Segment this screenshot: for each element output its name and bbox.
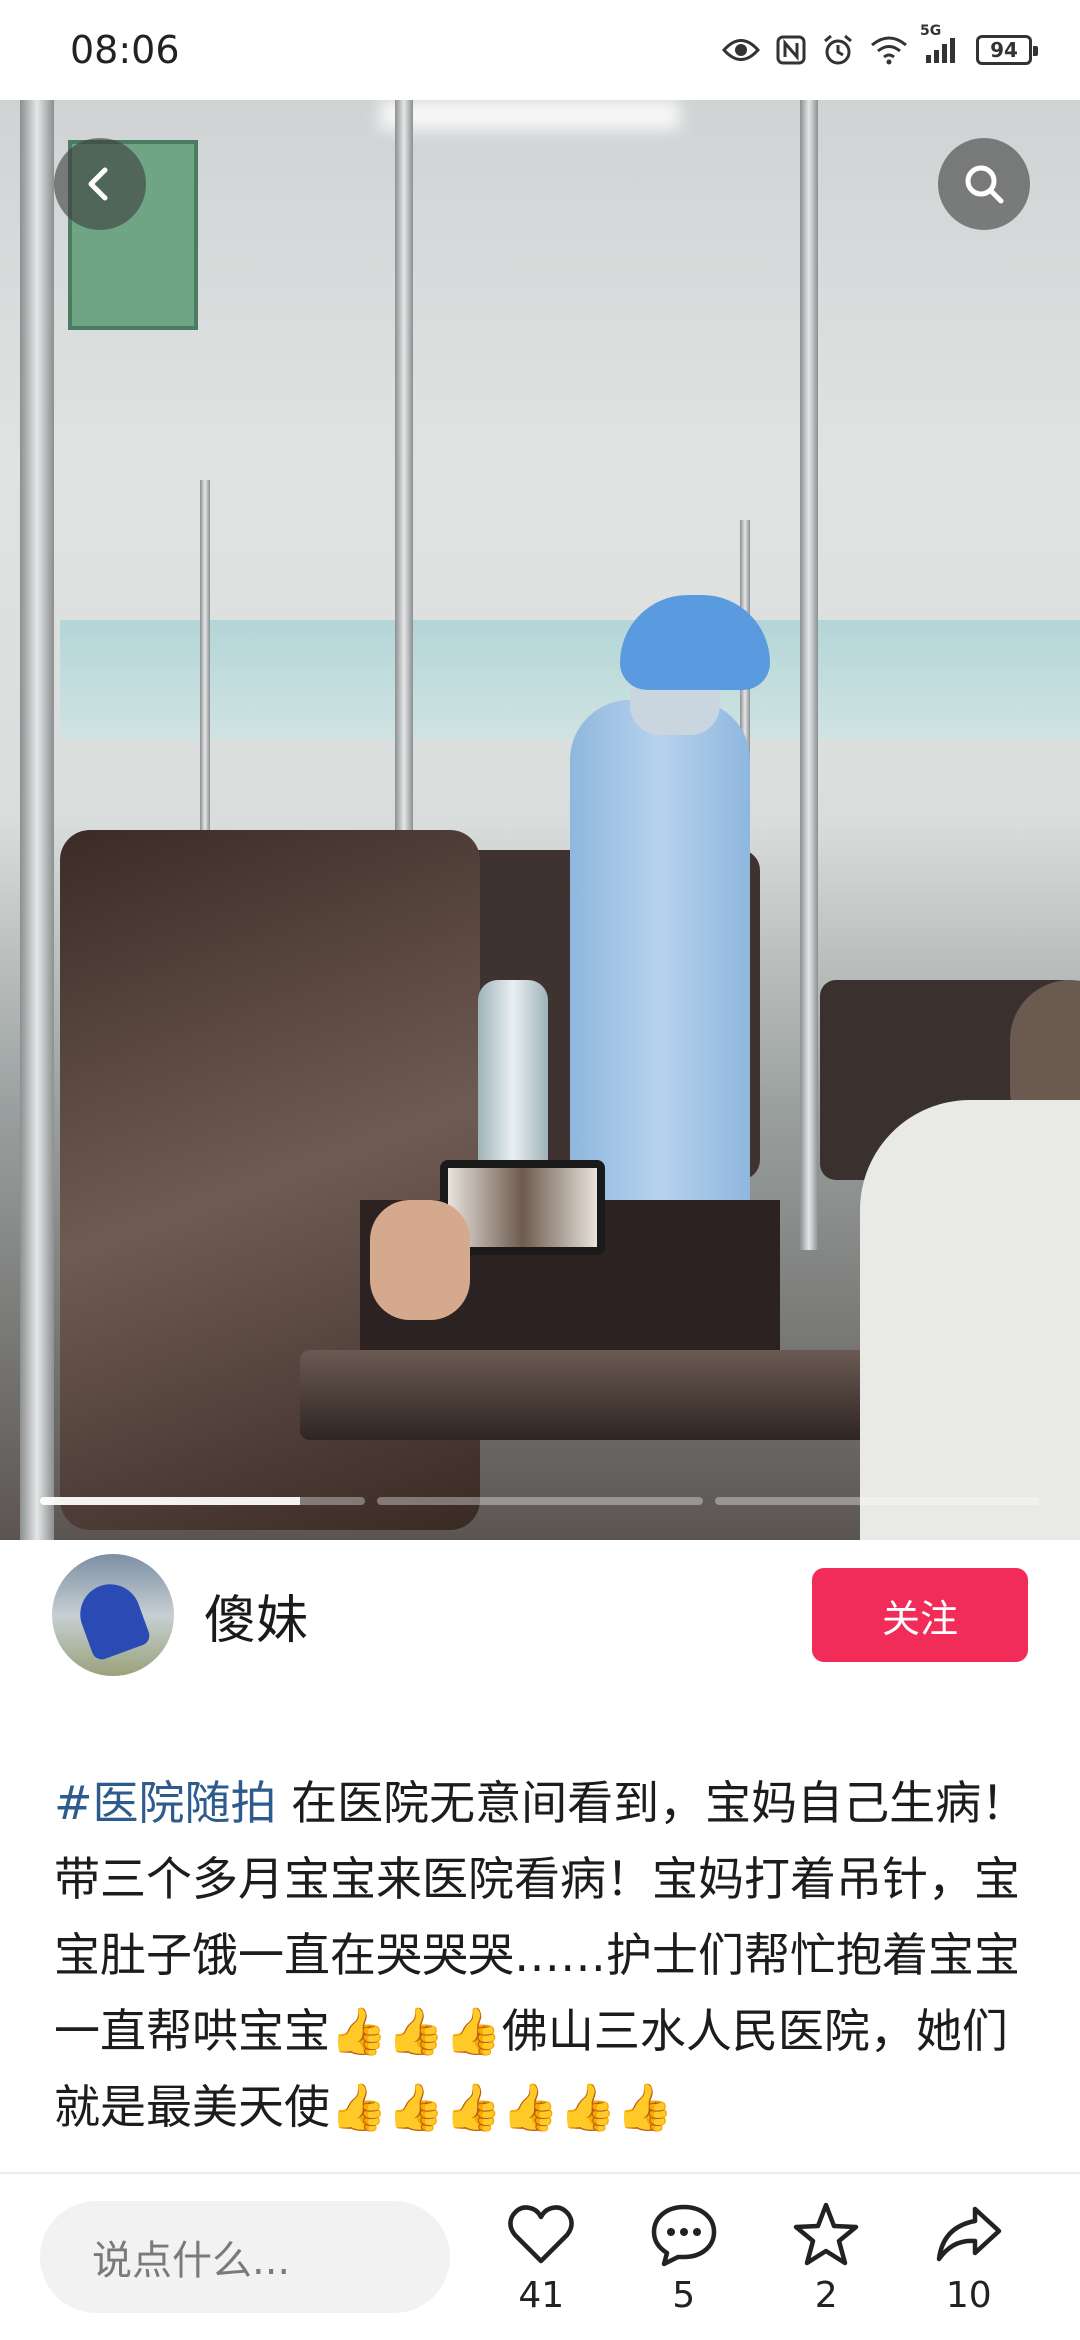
post-photo[interactable] — [0, 100, 1080, 1540]
follow-button[interactable]: 关注 — [812, 1568, 1028, 1662]
photo-pole — [800, 100, 818, 1250]
comment-input[interactable]: 说点什么... — [40, 2201, 450, 2313]
battery-level: 94 — [990, 38, 1018, 62]
action-buttons: 41 5 2 10 — [470, 2199, 1040, 2316]
photo-progress — [40, 1497, 1040, 1509]
status-time: 08:06 — [70, 28, 180, 72]
photo-hand — [370, 1200, 470, 1320]
back-button[interactable] — [54, 138, 146, 230]
comment-count: 5 — [672, 2274, 696, 2316]
favorite-button[interactable]: 2 — [766, 2199, 886, 2316]
search-button[interactable] — [938, 138, 1030, 230]
photo-wall-band — [60, 620, 1080, 740]
avatar[interactable] — [52, 1554, 174, 1676]
eye-icon — [722, 37, 760, 63]
progress-segment — [40, 1497, 366, 1505]
status-bar: 08:06 5G 94 — [0, 0, 1080, 100]
share-button[interactable]: 10 — [909, 2199, 1029, 2316]
like-button[interactable]: 41 — [481, 2199, 601, 2316]
network-label: 5G — [920, 23, 942, 39]
alarm-icon — [822, 34, 854, 66]
progress-segment — [377, 1497, 703, 1505]
progress-fill — [40, 1497, 301, 1505]
heart-icon — [508, 2204, 575, 2263]
signal-5g-icon: 5G — [920, 23, 960, 65]
nfc-icon — [776, 35, 806, 65]
photo-pole — [20, 100, 54, 1540]
wifi-icon — [870, 35, 908, 65]
progress-segment — [714, 1497, 1040, 1505]
star-icon — [794, 2202, 859, 2265]
share-icon — [936, 2206, 1001, 2261]
like-count: 41 — [518, 2274, 565, 2316]
favorite-count: 2 — [814, 2274, 838, 2316]
bottom-action-bar: 说点什么... 41 5 2 10 — [0, 2172, 1080, 2340]
author-name[interactable]: 傻妹 — [204, 1578, 812, 1653]
comment-placeholder: 说点什么... — [92, 2238, 291, 2284]
search-icon — [965, 165, 1004, 204]
share-count: 10 — [945, 2274, 992, 2316]
photo-person — [860, 1100, 1080, 1540]
status-icons: 5G 94 — [722, 23, 1038, 66]
author-row: 傻妹 关注 — [0, 1540, 1080, 1690]
comment-button[interactable]: 5 — [624, 2199, 744, 2316]
hashtag-link[interactable]: #医院随拍 — [54, 1776, 277, 1830]
chevron-left-icon — [88, 167, 108, 201]
battery-icon: 94 — [976, 35, 1038, 65]
photo-ceiling-light — [380, 100, 680, 130]
photo-nurse — [570, 700, 750, 1220]
comment-icon — [651, 2204, 716, 2266]
post-caption: #医院随拍 在医院无意间看到，宝妈自己生病！带三个多月宝宝来医院看病！宝妈打着吊… — [54, 1765, 1034, 2175]
